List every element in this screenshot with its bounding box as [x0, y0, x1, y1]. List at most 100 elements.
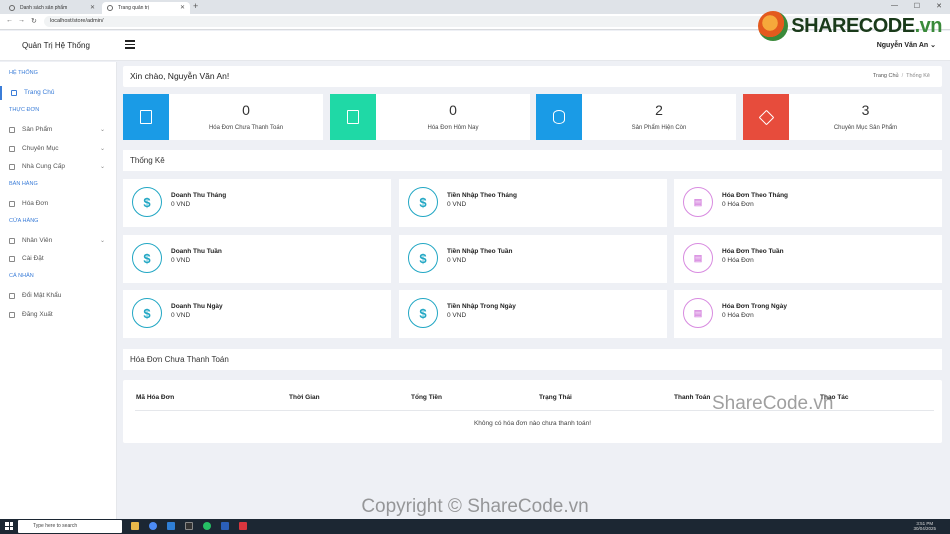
breadcrumb: Trang Chủ / Thống Kê: [872, 73, 930, 79]
globe-icon: [9, 5, 15, 11]
chevron-down-icon: ⌄: [99, 146, 105, 152]
chevron-down-icon: ⌄: [99, 238, 105, 244]
sidebar-section-menu: THỰC ĐƠN: [9, 107, 40, 113]
stat-card-value: 0 VND: [447, 257, 467, 264]
stat-card: $ Tiền Nhập Theo Tháng 0 VND: [399, 179, 667, 227]
terminal-icon[interactable]: [185, 522, 193, 530]
stat-card: $ Tiền Nhập Trong Ngày 0 VND: [399, 290, 667, 338]
stat-card-title: Hóa Đơn Theo Tuần: [722, 248, 784, 255]
forward-icon[interactable]: →: [18, 17, 25, 24]
stat-card-title: Tiền Nhập Theo Tháng: [447, 192, 517, 199]
menu-toggle-icon[interactable]: [125, 40, 135, 51]
grid-icon: [9, 127, 15, 133]
sidebar-item-invoices[interactable]: Hóa Đơn: [0, 197, 117, 211]
stat-card-value: 0 Hóa Đơn: [722, 312, 754, 319]
stat-icon-box: [330, 94, 376, 140]
receipt-icon: [9, 201, 15, 207]
column-header: Tổng Tiền: [411, 394, 442, 401]
stat-card-value: 0 Hóa Đơn: [722, 201, 754, 208]
globe-icon: [107, 5, 113, 11]
sidebar-item-logout[interactable]: Đăng Xuất: [0, 308, 117, 322]
stat-card-value: 0 VND: [447, 312, 467, 319]
logo-text: SHARECODE: [791, 14, 915, 37]
folder-icon: [9, 146, 15, 152]
chevron-down-icon: ⌄: [99, 127, 105, 133]
sidebar-item-change-password[interactable]: Đổi Mật Khẩu: [0, 289, 117, 303]
chrome-icon[interactable]: [149, 522, 157, 530]
stat-products-in-stock: 2 Sản Phẩm Hiện Còn: [536, 94, 736, 140]
browser-tab-products[interactable]: Danh sách sản phẩm ✕: [4, 2, 100, 14]
reload-icon[interactable]: ↻: [31, 17, 37, 25]
file-icon: [347, 110, 359, 124]
column-header: Mã Hóa Đơn: [136, 394, 175, 401]
watermark-text: ShareCode.vn: [712, 393, 834, 414]
close-icon[interactable]: ✕: [90, 2, 95, 14]
vscode-icon[interactable]: [167, 522, 175, 530]
stat-card: $ Doanh Thu Tháng 0 VND: [123, 179, 391, 227]
stat-label: Chuyên Mục Sản Phẩm: [833, 125, 898, 131]
dollar-icon: $: [132, 298, 162, 328]
new-tab-button[interactable]: +: [193, 1, 198, 11]
logout-icon: [9, 312, 15, 318]
sidebar-section-store: CỬA HÀNG: [9, 218, 39, 224]
whatsapp-icon[interactable]: [203, 522, 211, 530]
box-icon: [758, 109, 774, 125]
sidebar-item-label: Đăng Xuất: [22, 311, 53, 318]
word-icon[interactable]: [221, 522, 229, 530]
truck-icon: [9, 164, 15, 170]
stat-card-title: Doanh Thu Tuần: [171, 248, 222, 255]
column-header: Trạng Thái: [539, 394, 572, 401]
breadcrumb-home[interactable]: Trang Chủ: [873, 73, 899, 79]
stat-icon-box: [743, 94, 789, 140]
taskbar-search-input[interactable]: Type here to search: [18, 520, 122, 533]
sidebar-item-products[interactable]: Sản Phẩm ⌄: [0, 123, 117, 137]
column-header: Thời Gian: [289, 394, 320, 401]
close-icon[interactable]: ✕: [180, 2, 185, 14]
statistics-section-header: Thống Kê: [123, 150, 942, 171]
logo-suffix: .vn: [914, 14, 943, 37]
sidebar-item-settings[interactable]: Cài Đặt: [0, 252, 117, 266]
dollar-icon: $: [132, 243, 162, 273]
sidebar-section-system: HỆ THỐNG: [9, 70, 38, 76]
stat-card-title: Tiền Nhập Theo Tuần: [447, 248, 513, 255]
url-input[interactable]: localhost/store/admin/: [44, 16, 864, 27]
system-clock[interactable]: 3:51 PM 30/04/2025: [913, 521, 936, 531]
windows-start-icon[interactable]: [5, 522, 13, 530]
stat-card: ▤ Hóa Đơn Theo Tháng 0 Hóa Đơn: [674, 179, 942, 227]
invoice-icon: ▤: [683, 298, 713, 328]
sidebar-item-suppliers[interactable]: Nhà Cung Cấp ⌄: [0, 160, 117, 174]
app-icon[interactable]: [239, 522, 247, 530]
stat-card-value: 0 Hóa Đơn: [722, 257, 754, 264]
section-title: Hóa Đơn Chưa Thanh Toán: [130, 355, 229, 364]
document-icon: [140, 110, 152, 124]
stat-card-title: Hóa Đơn Trong Ngày: [722, 303, 787, 310]
stat-card: $ Doanh Thu Ngày 0 VND: [123, 290, 391, 338]
sidebar-item-staff[interactable]: Nhân Viên ⌄: [0, 234, 117, 248]
stat-card-value: 0 VND: [447, 201, 467, 208]
invoice-icon: ▤: [683, 243, 713, 273]
sidebar-item-label: Hóa Đơn: [22, 200, 49, 207]
sidebar-item-categories[interactable]: Chuyên Mục ⌄: [0, 142, 117, 156]
browser-tab-admin[interactable]: Trang quản trị ✕: [102, 2, 190, 14]
stat-value: 3: [861, 102, 870, 118]
welcome-bar: Xin chào, Nguyễn Văn An! Trang Chủ / Thống…: [123, 66, 942, 87]
sidebar-item-label: Đổi Mật Khẩu: [22, 292, 62, 299]
sidebar-item-home[interactable]: Trang Chủ: [0, 86, 117, 100]
stat-label: Hóa Đơn Chưa Thanh Toán: [208, 125, 284, 131]
sidebar-item-label: Trang Chủ: [24, 89, 55, 96]
stat-label: Sản Phẩm Hiện Còn: [631, 125, 687, 131]
stat-card-value: 0 VND: [171, 257, 191, 264]
stat-card: ▤ Hóa Đơn Theo Tuần 0 Hóa Đơn: [674, 235, 942, 283]
sharecode-logo: SHARECODE.vn: [758, 8, 943, 44]
file-explorer-icon[interactable]: [131, 522, 139, 530]
back-icon[interactable]: ←: [6, 17, 13, 24]
sidebar-item-label: Nhân Viên: [22, 237, 53, 244]
page-title: Xin chào, Nguyễn Văn An!: [130, 71, 230, 81]
breadcrumb-current: Thống Kê: [906, 73, 930, 79]
dollar-icon: $: [408, 187, 438, 217]
taskbar: Type here to search 3:51 PM 30/04/2025: [0, 519, 950, 534]
sidebar-item-label: Sản Phẩm: [22, 126, 53, 133]
copyright-watermark: Copyright © ShareCode.vn: [361, 496, 589, 517]
stat-card-title: Tiền Nhập Trong Ngày: [447, 303, 516, 310]
stat-icon-box: [536, 94, 582, 140]
